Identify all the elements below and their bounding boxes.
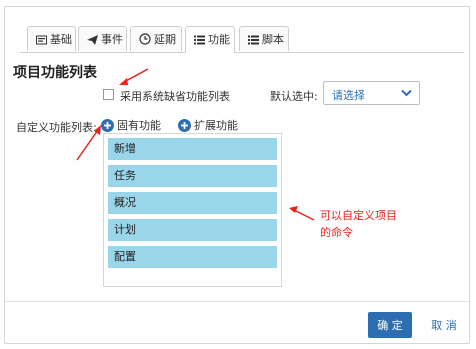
ok-button[interactable]: 确 定 xyxy=(368,312,412,338)
cancel-button[interactable]: 取 消 xyxy=(424,312,464,338)
annotation-arrow-builtin xyxy=(76,129,99,161)
annotation-arrow-list xyxy=(293,209,315,221)
annotation-arrow-checkbox xyxy=(123,68,149,83)
annotation-arrows xyxy=(76,68,315,221)
footer-divider xyxy=(5,301,469,302)
